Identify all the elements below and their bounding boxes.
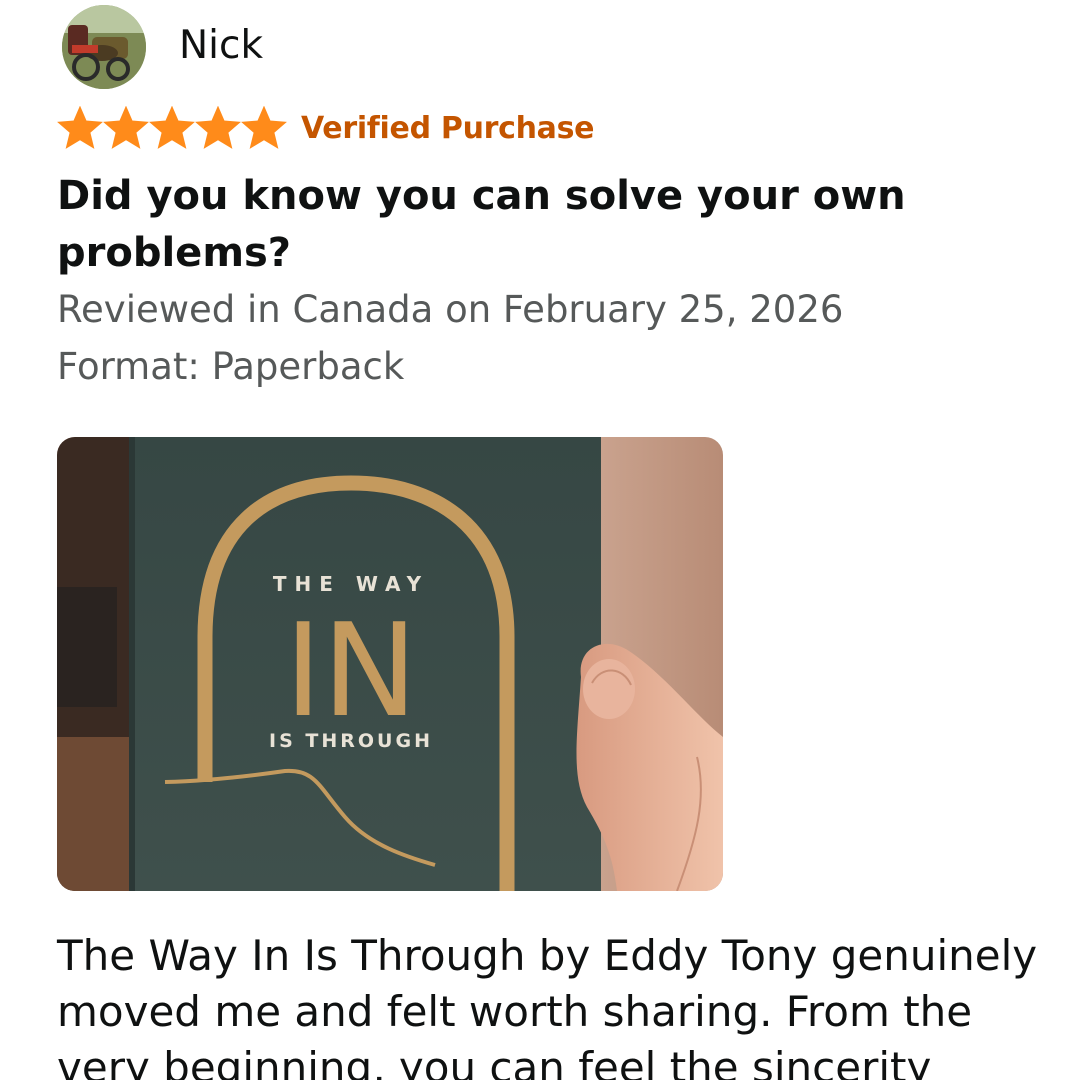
- star-icon: [241, 106, 287, 149]
- review-photo[interactable]: THE WAY IN IS THROUGH: [57, 437, 723, 891]
- review-body: The Way In Is Through by Eddy Tony genui…: [57, 931, 1038, 1080]
- star-icon: [149, 106, 195, 149]
- avatar-photo-icon: [62, 5, 146, 89]
- star-icon: [103, 106, 149, 149]
- star-icon: [57, 106, 103, 149]
- rating-row: Verified Purchase: [57, 104, 595, 152]
- svg-text:THE WAY: THE WAY: [273, 572, 429, 596]
- star-rating[interactable]: [57, 106, 287, 150]
- reviewer-name[interactable]: Nick: [179, 22, 263, 70]
- review-date-location: Reviewed in Canada on February 25, 2026: [57, 288, 844, 331]
- review-card: Nick Verified Purchase Did you know you …: [0, 0, 1080, 1080]
- star-icon: [195, 106, 241, 149]
- verified-purchase-badge: Verified Purchase: [301, 110, 595, 146]
- svg-text:IN: IN: [284, 597, 418, 746]
- review-title: Did you know you can solve your own prob…: [57, 173, 906, 276]
- svg-text:IS THROUGH: IS THROUGH: [269, 730, 433, 752]
- reviewer-avatar[interactable]: [62, 5, 146, 89]
- book-photo-image: THE WAY IN IS THROUGH: [57, 437, 723, 891]
- review-format[interactable]: Format: Paperback: [57, 343, 404, 391]
